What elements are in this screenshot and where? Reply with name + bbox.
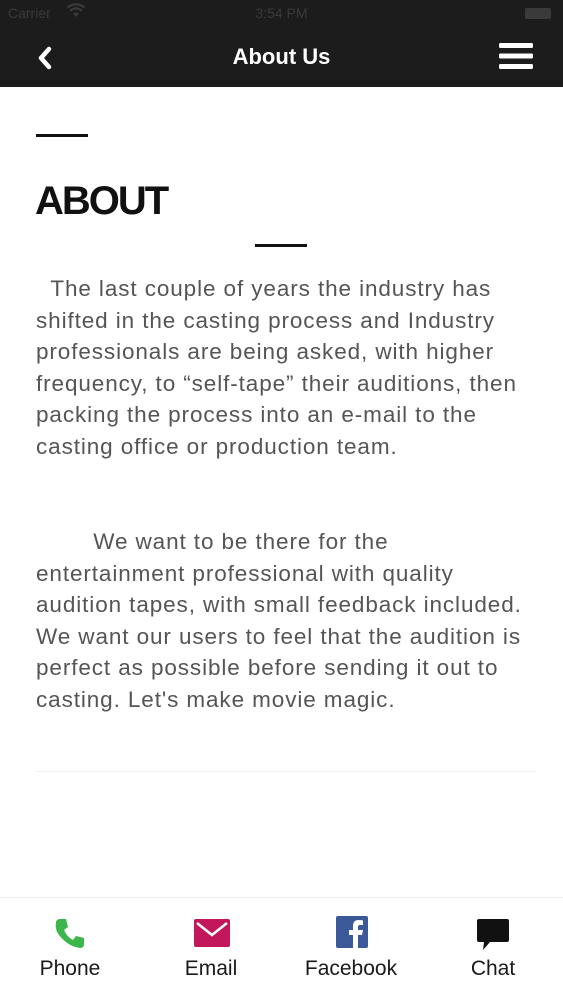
heading-bottom-rule	[255, 244, 307, 247]
about-paragraph-2: We want to be there for the entertainmen…	[36, 529, 529, 712]
about-paragraph-1: The last couple of years the industry ha…	[36, 276, 525, 459]
status-bar: Carrier 3:54 PM	[0, 0, 563, 28]
chat-icon	[477, 919, 509, 950]
tab-facebook-label: Facebook	[304, 957, 398, 980]
tab-chat[interactable]: Chat	[433, 898, 553, 998]
status-time: 3:54 PM	[255, 5, 308, 21]
phone-icon	[55, 919, 84, 948]
tab-facebook[interactable]: Facebook	[291, 898, 411, 998]
bottom-tab-bar: Phone Email Facebook Chat	[0, 897, 563, 1001]
heading-top-rule	[36, 134, 88, 137]
tab-phone-label: Phone	[39, 957, 101, 980]
hamburger-menu-icon[interactable]	[499, 42, 533, 70]
about-heading: ABOUT	[35, 179, 169, 223]
content-divider	[36, 771, 536, 772]
page-title: About Us	[232, 44, 331, 69]
tab-phone[interactable]: Phone	[10, 898, 130, 998]
tab-email[interactable]: Email	[151, 898, 271, 998]
tab-chat-label: Chat	[470, 957, 516, 980]
tab-email-label: Email	[184, 957, 238, 980]
email-icon	[194, 919, 230, 947]
nav-bar: About Us	[0, 28, 563, 87]
facebook-icon	[336, 916, 368, 948]
battery-icon	[525, 8, 551, 19]
about-content: ABOUT The last couple of years the indus…	[0, 87, 563, 897]
